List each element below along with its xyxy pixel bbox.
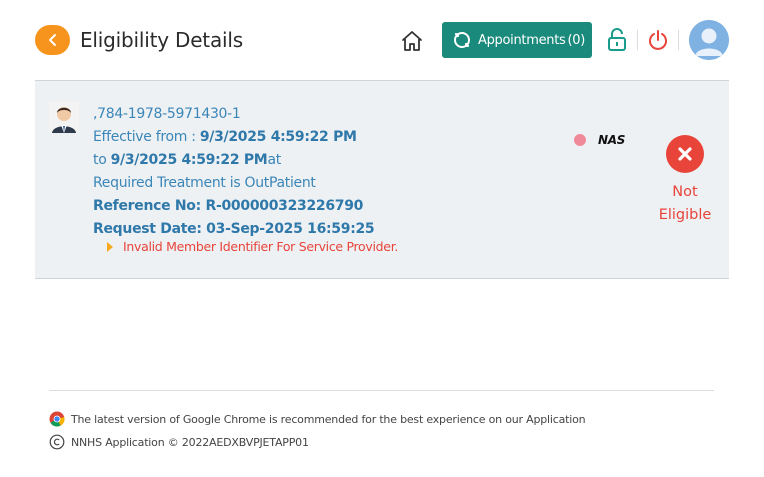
member-photo-icon — [49, 101, 79, 133]
error-message: Invalid Member Identifier For Service Pr… — [123, 239, 399, 254]
status-text: Not Eligible — [650, 181, 720, 227]
appointments-count: (0) — [567, 32, 585, 48]
eligibility-card: ,784-1978-5971430-1 Effective from : 9/3… — [35, 80, 729, 279]
appointments-icon — [454, 32, 470, 48]
back-button[interactable] — [35, 25, 70, 55]
user-avatar-icon — [689, 20, 729, 60]
copyright-line: NNHS Application © 2022AEDXBVPJETAPP01 — [49, 434, 309, 450]
browser-recommendation: The latest version of Google Chrome is r… — [49, 411, 586, 427]
effective-to-value: 9/3/2025 4:59:22 PM — [110, 152, 268, 168]
member-id: ,784-1978-5971430-1 — [93, 106, 241, 122]
effective-from-label: Effective from : — [93, 129, 200, 145]
member-info: ,784-1978-5971430-1 Effective from : 9/3… — [93, 103, 375, 241]
avatar[interactable] — [689, 20, 729, 60]
home-icon — [402, 31, 422, 51]
footer-divider — [49, 390, 714, 391]
caret-right-icon — [107, 241, 113, 252]
effective-from-row: Effective from : 9/3/2025 4:59:22 PM — [93, 126, 374, 149]
copyright-text: NNHS Application © 2022AEDXBVPJETAPP01 — [71, 435, 309, 449]
copyright-icon — [49, 434, 65, 450]
request-date: Request Date: 03-Sep-2025 16:59:25 — [93, 221, 375, 237]
effective-from-value: 9/3/2025 4:59:22 PM — [199, 129, 357, 145]
error-message-row: Invalid Member Identifier For Service Pr… — [107, 239, 398, 254]
reference-number: Reference No: R-000000323226790 — [93, 198, 364, 214]
page-title: Eligibility Details — [80, 28, 243, 52]
effective-to-suffix: at — [267, 152, 281, 168]
lock-icon — [608, 28, 626, 51]
logout-button[interactable] — [647, 28, 669, 52]
appointments-button[interactable]: Appointments (0) — [442, 22, 592, 58]
lock-button[interactable] — [606, 28, 628, 52]
chevron-left-icon — [48, 34, 56, 46]
payer-logo-icon — [574, 134, 586, 147]
status-line-1: Not — [672, 184, 698, 200]
browser-note: The latest version of Google Chrome is r… — [71, 412, 586, 426]
close-circle-icon — [666, 135, 704, 173]
effective-to-label: to — [93, 152, 111, 168]
status-line-2: Eligible — [658, 207, 712, 223]
eligibility-status: Not Eligible — [650, 135, 720, 227]
chrome-icon — [49, 411, 65, 427]
power-icon — [649, 30, 667, 50]
payer-name: NAS — [598, 133, 626, 147]
appointments-label: Appointments — [478, 32, 566, 48]
effective-to-row: to 9/3/2025 4:59:22 PMat — [93, 149, 374, 172]
payer-info: NAS — [572, 133, 625, 147]
treatment-type: Required Treatment is OutPatient — [93, 175, 316, 191]
header-divider — [678, 30, 679, 50]
home-button[interactable] — [399, 28, 425, 54]
header-divider — [637, 30, 638, 50]
header: Eligibility Details Appointments (0) — [0, 0, 764, 80]
